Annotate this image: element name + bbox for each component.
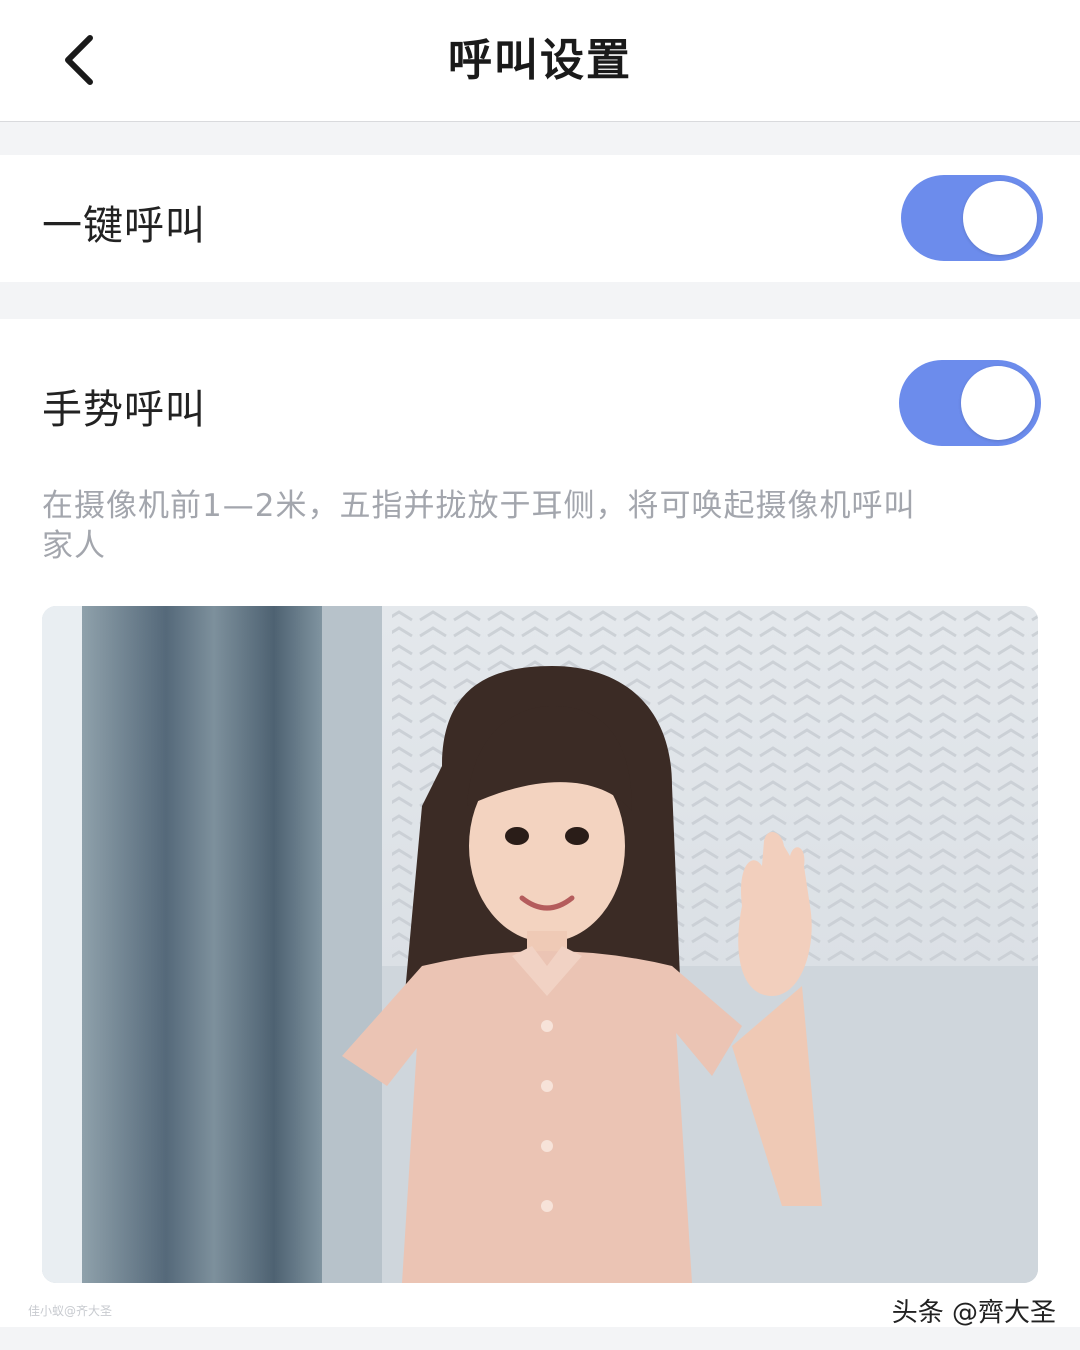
toggle-knob — [963, 181, 1037, 255]
watermark-left: 佳小蚁@齐大圣 — [28, 1304, 113, 1318]
page-title: 呼叫设置 — [448, 35, 632, 86]
gesture-call-toggle[interactable] — [899, 360, 1041, 446]
navigation-bar: 呼叫设置 — [0, 0, 1080, 122]
gesture-call-card: 手势呼叫 在摄像机前1—2米，五指并拢放于耳侧，将可唤起摄像机呼叫家人 — [0, 319, 1080, 1327]
gesture-illustration-drawing — [42, 606, 1038, 1283]
toggle-knob — [961, 366, 1035, 440]
gesture-call-label: 手势呼叫 — [42, 387, 206, 433]
gesture-call-description: 在摄像机前1—2米，五指并拢放于耳侧，将可唤起摄像机呼叫家人 — [42, 488, 916, 564]
one-key-call-toggle[interactable] — [901, 175, 1043, 261]
one-key-call-label: 一键呼叫 — [42, 203, 206, 249]
one-key-call-row: 一键呼叫 — [0, 155, 1080, 282]
gesture-illustration-image — [42, 606, 1038, 1283]
watermark-right: 头条 @齊大圣 — [891, 1298, 1056, 1328]
